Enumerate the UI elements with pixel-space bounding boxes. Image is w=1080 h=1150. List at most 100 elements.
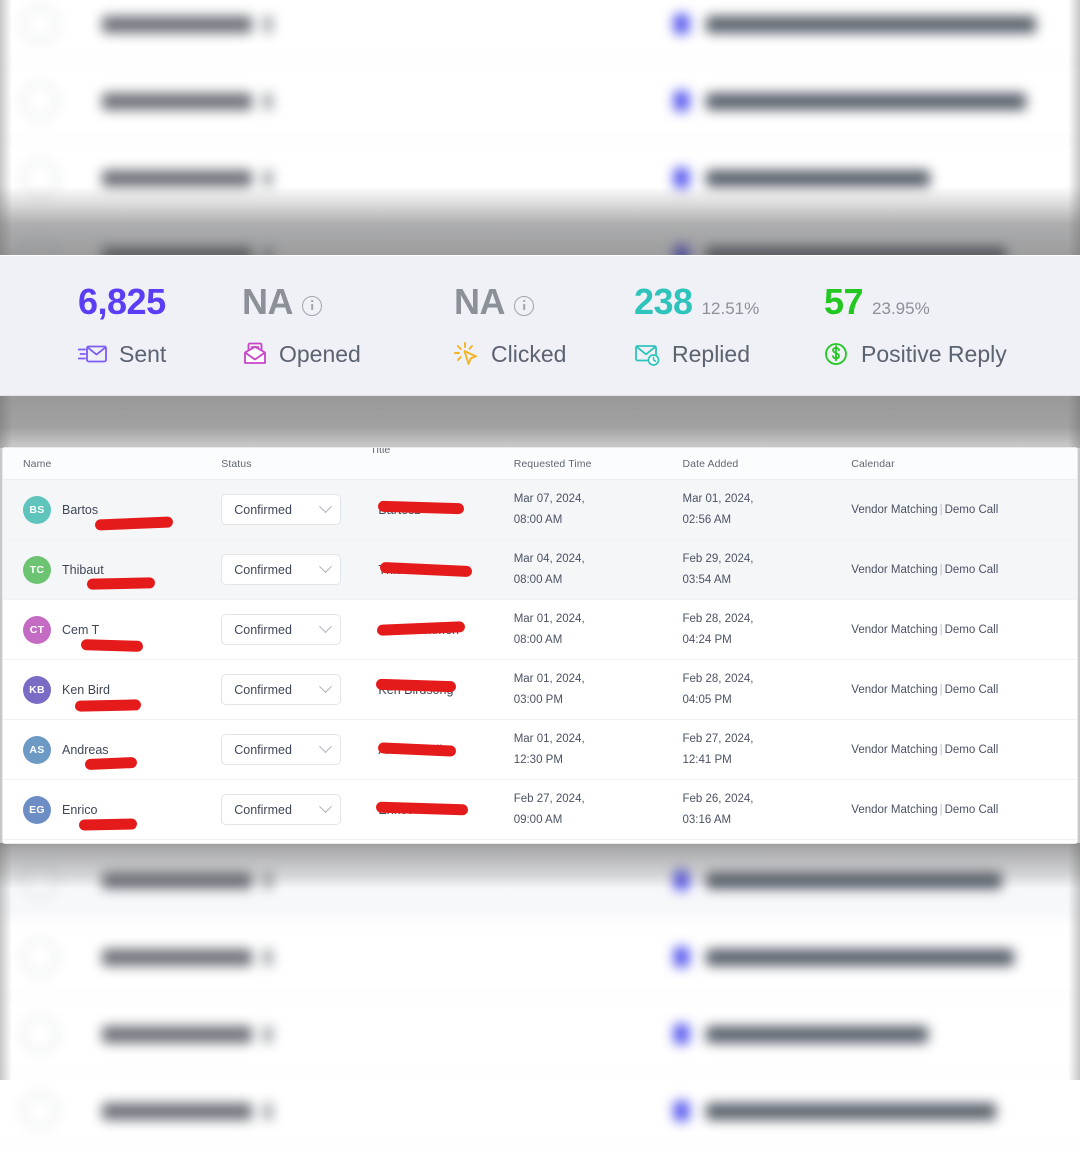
background-list-item (0, 0, 1080, 63)
checkbox-icon (22, 1093, 58, 1129)
cell-name: CT Cem T (23, 615, 221, 652)
column-header-title[interactable]: Title (370, 448, 513, 484)
added-time: 03:54 AM (682, 573, 732, 586)
requested-time: 08:00 AM (513, 513, 563, 526)
metric-sent: 6,825 Sent (78, 283, 242, 368)
added-date: Feb 26, 2024, (682, 792, 754, 805)
added-date: Feb 28, 2024, (682, 672, 754, 685)
column-header-status[interactable]: Status (221, 458, 370, 470)
metric-positive-reply-value-row: 57 23.95% (824, 283, 1044, 328)
status-dropdown[interactable]: Confirmed (221, 554, 342, 585)
contact-name: Andreas (62, 742, 109, 757)
chevron-down-icon (319, 740, 333, 754)
metric-positive-reply-label-row: Positive Reply (824, 341, 1044, 368)
mail-icon (674, 947, 689, 967)
table-row[interactable]: EG Enrico Confirmed Enrico Granelli Feb … (3, 780, 1077, 840)
calendar-primary: Vendor Matching (851, 683, 938, 696)
campaign-metrics-panel: 6,825 Sent NA Opened NA Clicked 238 12.5… (0, 255, 1080, 396)
cell-status: Confirmed (221, 494, 370, 525)
metric-replied-percent: 12.51% (701, 298, 760, 318)
metric-replied-label-row: Replied (634, 341, 824, 368)
table-row[interactable]: BS Bartos Confirmed Bartosz Mar 07, 2024… (3, 480, 1077, 540)
status-dropdown[interactable]: Confirmed (221, 614, 342, 645)
column-header-date-added[interactable]: Date Added (682, 458, 851, 470)
avatar: TC (23, 555, 51, 584)
cell-requested-time: Feb 27, 2024, 09:00 AM (514, 789, 683, 831)
cell-date-added: Feb 27, 2024, 12:41 PM (682, 729, 851, 771)
mail-icon (674, 168, 689, 188)
meeting-title: Bartosz (378, 502, 421, 517)
mail-icon (674, 1024, 689, 1044)
checkbox-icon (22, 939, 58, 975)
cursor-click-icon (454, 342, 477, 365)
cell-status: Confirmed (221, 554, 370, 585)
calendar-secondary: Demo Call (944, 623, 999, 636)
redaction-mark (74, 698, 142, 712)
chevron-down-icon (319, 800, 333, 814)
calendar-primary: Vendor Matching (851, 563, 938, 576)
cell-calendar: Vendor Matching | Demo Call (851, 683, 999, 696)
table-row[interactable]: CT Cem T Confirmed Cem Tuskmen Mar 01, 2… (3, 600, 1077, 660)
contact-name: Enrico (62, 802, 98, 817)
requested-time: 03:00 PM (513, 693, 563, 706)
meeting-title: Andreas Sil (378, 742, 443, 757)
redaction-mark (94, 515, 174, 531)
status-dropdown-value: Confirmed (234, 502, 292, 517)
cell-title: Ken Birdsong (370, 670, 513, 710)
status-dropdown[interactable]: Confirmed (221, 794, 342, 825)
metric-opened-value-row: NA (242, 280, 454, 328)
table-row[interactable]: KB Ken Bird Confirmed Ken Birdsong Mar 0… (3, 660, 1077, 720)
mail-icon (674, 870, 689, 890)
calendar-primary: Vendor Matching (851, 623, 938, 636)
redaction-mark (84, 756, 138, 770)
requested-date: Mar 01, 2024, (513, 732, 585, 745)
cell-title: Enrico Granelli (370, 790, 513, 830)
meetings-table-panel: Name Status Title Requested Time Date Ad… (2, 447, 1078, 844)
avatar: KB (23, 675, 51, 704)
checkbox-icon (22, 6, 58, 42)
status-dropdown[interactable]: Confirmed (221, 734, 342, 765)
status-dropdown-value: Confirmed (234, 802, 292, 817)
redaction-mark (78, 817, 138, 831)
metric-replied-value-row: 238 12.51% (634, 283, 824, 328)
meeting-title: Ken Birdsong (378, 682, 454, 697)
calendar-secondary: Demo Call (944, 503, 999, 516)
contact-name: Bartos (62, 502, 99, 517)
column-header-requested-time[interactable]: Requested Time (514, 458, 683, 470)
status-dropdown[interactable]: Confirmed (221, 494, 342, 525)
mail-icon (674, 14, 689, 34)
cell-status: Confirmed (221, 674, 370, 705)
contact-name: Cem T (62, 622, 100, 637)
table-header-row: Name Status Title Requested Time Date Ad… (3, 448, 1077, 480)
metric-opened-value: NA (242, 280, 294, 322)
column-header-calendar[interactable]: Calendar (851, 458, 1077, 470)
metric-sent-label-row: Sent (78, 341, 242, 368)
chevron-down-icon (319, 620, 333, 634)
cell-date-added: Feb 28, 2024, 04:05 PM (682, 669, 851, 711)
status-dropdown[interactable]: Confirmed (221, 674, 342, 705)
metric-sent-label: Sent (119, 340, 167, 367)
metric-clicked-value: NA (454, 280, 506, 322)
cell-date-added: Feb 29, 2024, 03:54 AM (682, 549, 851, 591)
calendar-primary: Vendor Matching (851, 503, 938, 516)
requested-time: 12:30 PM (513, 753, 563, 766)
dollar-circle-icon (825, 343, 847, 365)
metric-opened: NA Opened (242, 280, 454, 368)
metric-clicked: NA Clicked (454, 280, 634, 368)
info-icon[interactable] (514, 295, 534, 316)
status-dropdown-value: Confirmed (234, 562, 292, 577)
checkbox-icon (22, 862, 58, 898)
metric-opened-label-row: Opened (242, 341, 454, 368)
table-row[interactable]: AS Andreas Confirmed Andreas Sil Mar 01,… (3, 720, 1077, 780)
metric-clicked-label-row: Clicked (454, 341, 634, 368)
calendar-secondary: Demo Call (944, 743, 999, 756)
meeting-title: Thibaut (378, 562, 421, 577)
column-header-name[interactable]: Name (23, 458, 221, 470)
table-row[interactable]: TC Thibaut Confirmed Thibaut Mar 04, 202… (3, 540, 1077, 600)
cell-name: BS Bartos (23, 495, 221, 531)
metric-replied-label: Replied (672, 340, 750, 367)
envelope-open-icon (244, 342, 266, 364)
info-icon[interactable] (302, 295, 322, 316)
calendar-secondary: Demo Call (944, 803, 999, 816)
contact-name: Ken Bird (62, 682, 110, 697)
